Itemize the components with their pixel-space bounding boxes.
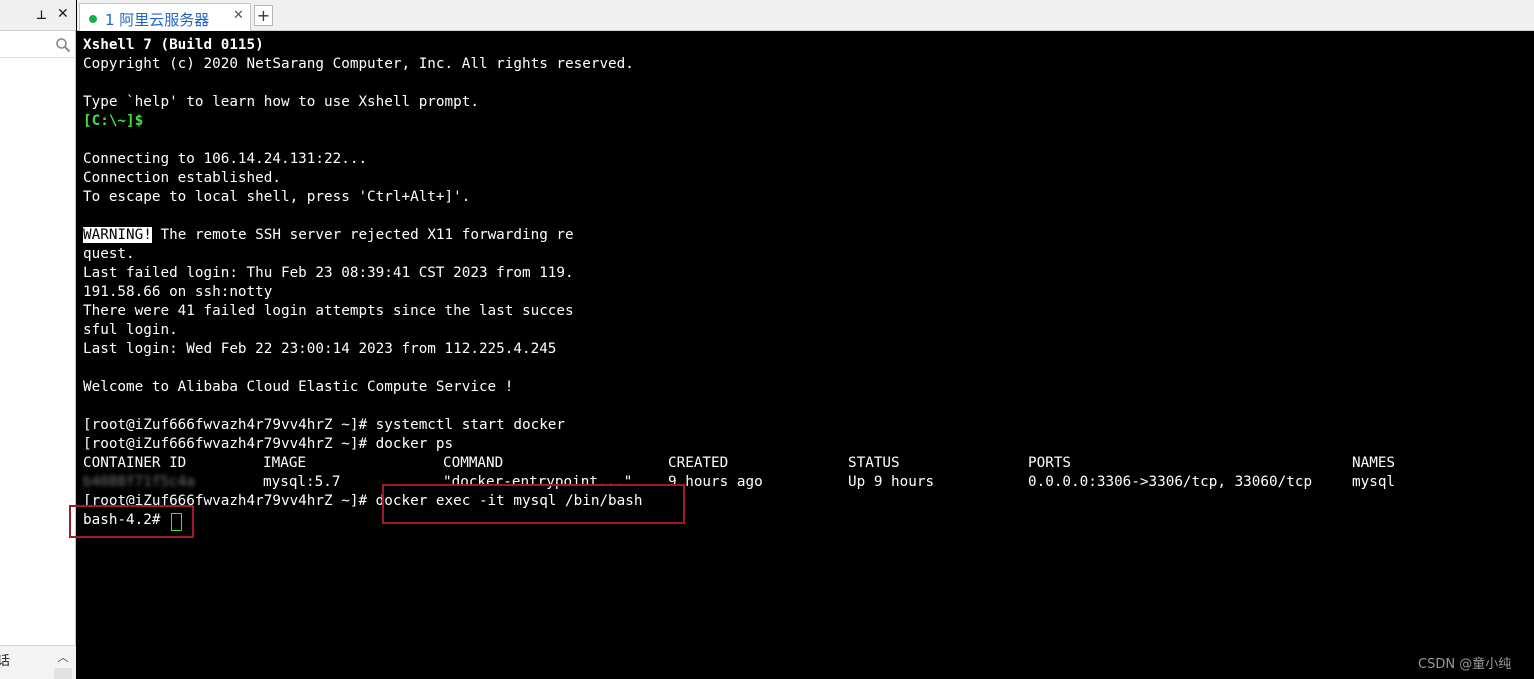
sidebar-header: ⊥ ✕ [0,0,76,31]
ps-header-ports: PORTS [1028,455,1072,471]
ps-container-id: b4088f71f5c4a [83,474,195,490]
pin-icon[interactable]: ⊥ [36,8,47,22]
terminal-line: Copyright (c) 2020 NetSarang Computer, I… [83,56,634,72]
terminal-area[interactable]: Xshell 7 (Build 0115) Copyright (c) 2020… [69,31,1534,679]
terminal-line: Connection established. [83,170,281,186]
chevron-up-icon[interactable]: ︿ [54,649,72,665]
terminal-line: Type `help' to learn how to use Xshell p… [83,94,479,110]
sidebar-search[interactable] [0,32,76,58]
ps-header-container-id: CONTAINER ID [83,455,187,471]
ps-image: mysql:5.7 [263,474,341,490]
ps-header-status: STATUS [848,455,900,471]
terminal-line: Xshell 7 (Build 0115) [83,37,264,53]
sidebar-scrollbar[interactable] [54,668,72,679]
terminal-line: Welcome to Alibaba Cloud Elastic Compute… [83,379,514,395]
ps-ports: 0.0.0.0:3306->3306/tcp, 33060/tcp [1028,474,1313,490]
ps-header-names: NAMES [1352,455,1396,471]
ps-names: mysql [1352,474,1396,490]
ps-header-image: IMAGE [263,455,307,471]
new-tab-button[interactable]: + [254,5,273,26]
ps-header-command: COMMAND [443,455,504,471]
watermark: CSDN @童小纯 [1418,657,1512,672]
highlight-bash-prompt [69,505,194,538]
session-sidebar: ⊥ ✕ 话 ︿ [0,0,76,679]
terminal-line: Connecting to 106.14.24.131:22... [83,151,368,167]
terminal-line: [root@iZuf666fwvazh4r79vv4hrZ ~]# docker… [83,436,454,452]
terminal-line: Last failed login: Thu Feb 23 08:39:41 C… [83,265,574,281]
sidebar-bottom-text: 话 [0,654,11,669]
terminal-line: sful login. [83,322,178,338]
tab-label: 1 阿里云服务器 [105,11,210,29]
local-prompt: [C:\~]$ [83,113,144,129]
terminal-line: 191.58.66 on ssh:notty [83,284,273,300]
warning-line: WARNING! The remote SSH server rejected … [83,226,574,245]
terminal-line: Last login: Wed Feb 22 23:00:14 2023 fro… [83,341,557,357]
ps-status: Up 9 hours [848,474,935,490]
terminal-line: [root@iZuf666fwvazh4r79vv4hrZ ~]# system… [83,417,566,433]
tab-session-1[interactable]: 1 阿里云服务器 ✕ [79,3,251,31]
warning-badge: WARNING! [83,227,152,243]
terminal-line: quest. [83,246,135,262]
search-icon[interactable] [55,37,71,53]
connected-status-icon [89,15,97,23]
close-icon[interactable]: ✕ [57,6,69,22]
tab-close-icon[interactable]: ✕ [233,8,244,23]
terminal-line: There were 41 failed login attempts sinc… [83,303,574,319]
terminal-line: To escape to local shell, press 'Ctrl+Al… [83,189,471,205]
warning-text: The remote SSH server rejected X11 forwa… [151,227,574,243]
tab-bar: 1 阿里云服务器 ✕ + [77,0,1534,31]
highlight-exec-command [382,484,685,524]
ps-header-created: CREATED [668,455,729,471]
